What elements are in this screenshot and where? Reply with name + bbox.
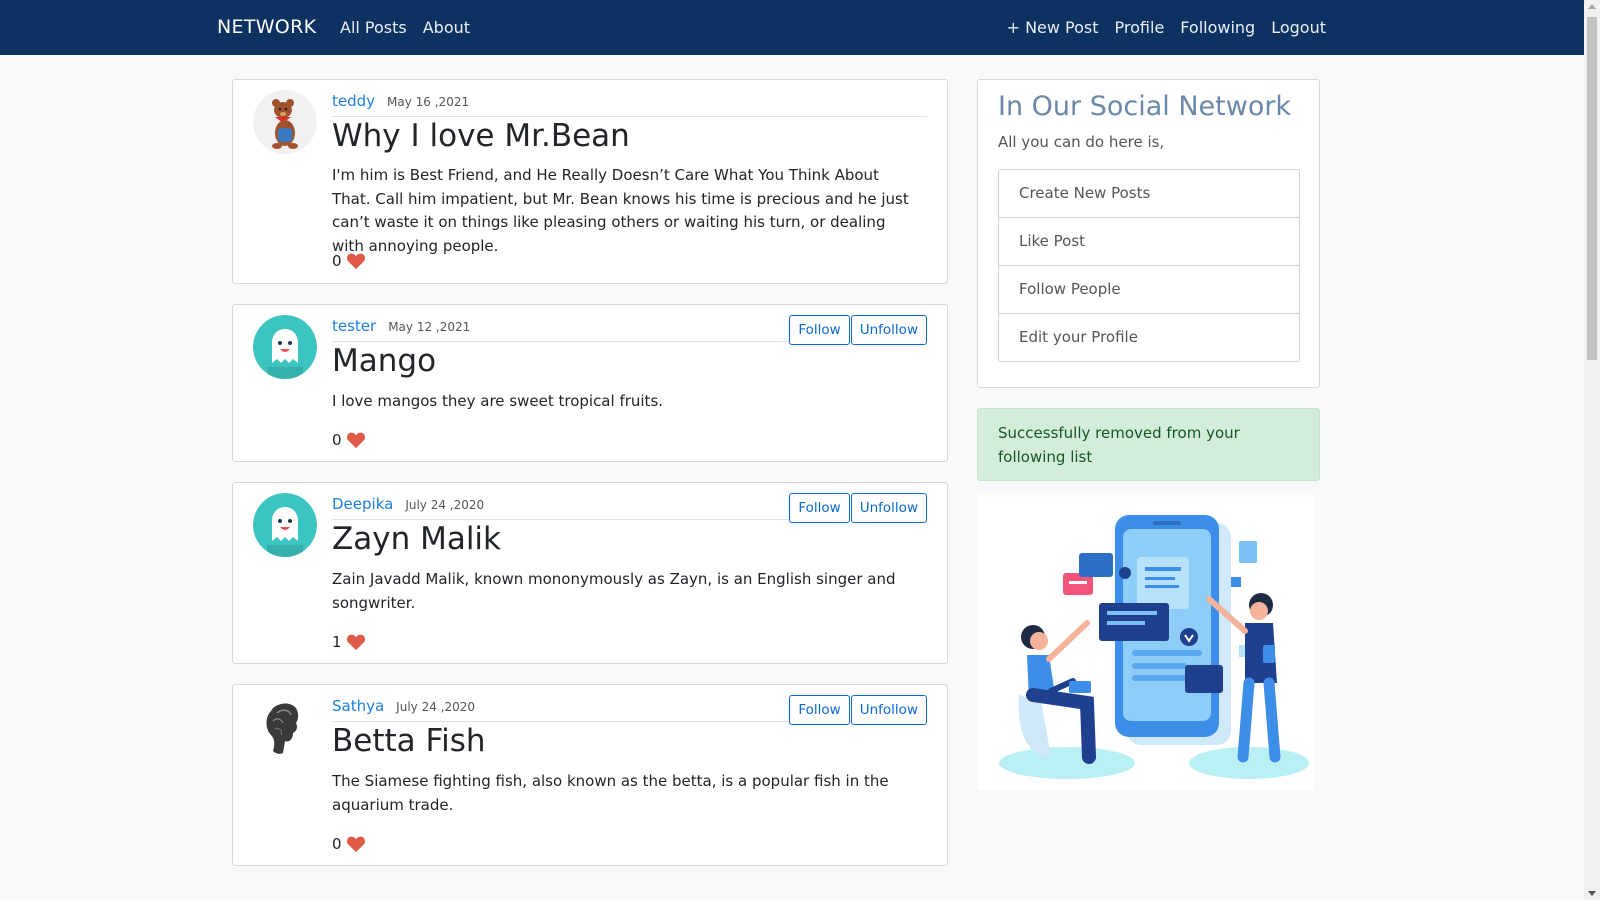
nav-following[interactable]: Following	[1180, 18, 1255, 37]
follow-controls: Follow Unfollow	[789, 493, 927, 523]
unfollow-button[interactable]: Unfollow	[850, 315, 927, 345]
feature-edit-profile[interactable]: Edit your Profile	[999, 313, 1299, 361]
nav-right: + New Post Profile Following Logout	[1007, 18, 1326, 37]
post-likes: 0	[332, 431, 366, 449]
post-header: tester May 12 ,2021 Follow Unfollow	[332, 315, 927, 345]
post-title: Zayn Malik	[332, 521, 502, 557]
scrollbar-thumb[interactable]	[1587, 17, 1597, 360]
features-card: In Our Social Network All you can do her…	[977, 79, 1320, 388]
like-count: 1	[332, 633, 342, 651]
sketch-portrait-avatar-icon	[253, 695, 317, 759]
post-card: teddy May 16 ,2021 Why I love Mr.Bean I'…	[232, 79, 948, 284]
navbar: NETWORK All Posts About + New Post Profi…	[0, 0, 1584, 55]
nav-about[interactable]: About	[423, 18, 470, 37]
feature-follow-people[interactable]: Follow People	[999, 265, 1299, 313]
scroll-up-arrow-icon[interactable]	[1588, 4, 1596, 9]
scroll-down-arrow-icon[interactable]	[1588, 891, 1596, 896]
unfollow-button[interactable]: Unfollow	[850, 493, 927, 523]
vertical-scrollbar[interactable]	[1584, 0, 1600, 900]
nav-all-posts[interactable]: All Posts	[340, 18, 407, 37]
social-network-illustration	[977, 495, 1314, 790]
nav-new-post[interactable]: + New Post	[1007, 18, 1099, 37]
like-count: 0	[332, 252, 342, 270]
follow-button[interactable]: Follow	[789, 493, 850, 523]
ghost-avatar-icon	[253, 315, 317, 379]
alert-message: Successfully removed from your following…	[998, 424, 1240, 466]
post-date: May 16 ,2021	[387, 95, 470, 109]
nav-left: All Posts About	[340, 18, 470, 37]
post-header: Sathya July 24 ,2020 Follow Unfollow	[332, 695, 927, 725]
heart-icon[interactable]	[346, 431, 366, 449]
follow-button[interactable]: Follow	[789, 695, 850, 725]
nav-profile[interactable]: Profile	[1115, 18, 1165, 37]
post-title: Betta Fish	[332, 723, 486, 759]
post-date: May 12 ,2021	[388, 320, 471, 334]
features-subtitle: All you can do here is,	[998, 133, 1165, 151]
post-title: Why I love Mr.Bean	[332, 118, 630, 154]
follow-button[interactable]: Follow	[789, 315, 850, 345]
post-body: I love mangos they are sweet tropical fr…	[332, 392, 664, 410]
post-body: The Siamese fighting fish, also known as…	[332, 772, 889, 814]
post-author-link[interactable]: Deepika	[332, 495, 393, 513]
heart-icon[interactable]	[346, 633, 366, 651]
features-list: Create New Posts Like Post Follow People…	[998, 169, 1300, 362]
post-card: Deepika July 24 ,2020 Follow Unfollow Za…	[232, 482, 948, 664]
follow-controls: Follow Unfollow	[789, 315, 927, 345]
follow-controls: Follow Unfollow	[789, 695, 927, 725]
success-alert: Successfully removed from your following…	[977, 408, 1320, 481]
post-author-link[interactable]: Sathya	[332, 697, 384, 715]
like-count: 0	[332, 835, 342, 853]
post-header: Deepika July 24 ,2020 Follow Unfollow	[332, 493, 927, 523]
heart-icon[interactable]	[346, 252, 366, 270]
post-card: Sathya July 24 ,2020 Follow Unfollow Bet…	[232, 684, 948, 866]
unfollow-button[interactable]: Unfollow	[850, 695, 927, 725]
post-likes: 1	[332, 633, 366, 651]
post-likes: 0	[332, 835, 366, 853]
post-title: Mango	[332, 343, 437, 379]
teddy-bear-avatar-icon	[253, 90, 317, 154]
post-date: July 24 ,2020	[405, 498, 485, 512]
post-body: Zain Javadd Malik, known mononymously as…	[332, 570, 896, 612]
post-likes: 0	[332, 252, 366, 270]
ghost-avatar-icon	[253, 493, 317, 557]
brand-logo[interactable]: NETWORK	[217, 16, 316, 38]
post-card: tester May 12 ,2021 Follow Unfollow Mang…	[232, 304, 948, 462]
feature-create-posts[interactable]: Create New Posts	[999, 170, 1299, 217]
feature-like-post[interactable]: Like Post	[999, 217, 1299, 265]
post-author-link[interactable]: tester	[332, 317, 376, 335]
post-date: July 24 ,2020	[396, 700, 476, 714]
features-title: In Our Social Network	[998, 91, 1292, 122]
like-count: 0	[332, 431, 342, 449]
heart-icon[interactable]	[346, 835, 366, 853]
post-author-link[interactable]: teddy	[332, 92, 375, 110]
post-header: teddy May 16 ,2021	[332, 92, 927, 117]
nav-logout[interactable]: Logout	[1271, 18, 1326, 37]
post-body: I'm him is Best Friend, and He Really Do…	[332, 166, 909, 255]
